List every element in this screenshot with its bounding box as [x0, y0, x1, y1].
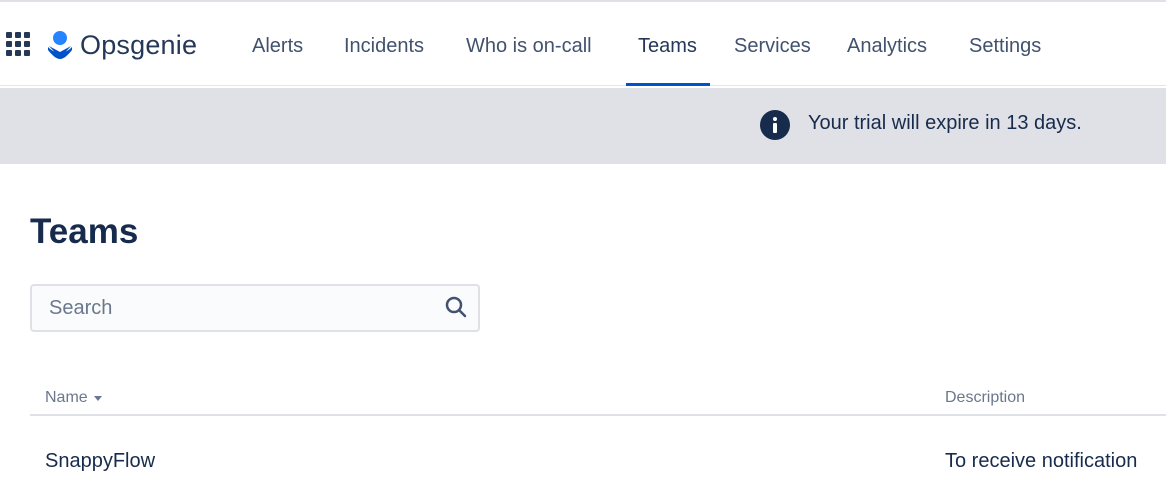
- nav-item-incidents[interactable]: Incidents: [344, 2, 424, 86]
- column-header-name[interactable]: Name: [45, 389, 102, 407]
- top-navigation-bar: Opsgenie Alerts Incidents Who is on-call…: [0, 2, 1166, 86]
- nav-item-analytics[interactable]: Analytics: [847, 2, 927, 86]
- app-name: Opsgenie: [80, 29, 198, 60]
- team-name-link[interactable]: SnappyFlow: [45, 450, 155, 473]
- search-box[interactable]: [30, 284, 480, 332]
- active-tab-indicator: [626, 83, 710, 86]
- nav-item-who-is-on-call[interactable]: Who is on-call: [466, 2, 592, 86]
- search-input[interactable]: [34, 288, 434, 328]
- nav-item-teams[interactable]: Teams: [638, 2, 697, 86]
- team-description: To receive notification: [945, 450, 1138, 472]
- app-switcher-icon[interactable]: [6, 32, 30, 56]
- nav-item-alerts[interactable]: Alerts: [252, 2, 303, 86]
- column-header-name-label: Name: [45, 389, 88, 406]
- sort-down-icon: [93, 395, 102, 401]
- nav-item-services[interactable]: Services: [734, 2, 811, 86]
- trial-banner-text: Your trial will expire in 13 days.: [808, 112, 1082, 134]
- nav-item-settings[interactable]: Settings: [969, 2, 1041, 86]
- search-icon[interactable]: [444, 295, 468, 319]
- page-title: Teams: [30, 212, 139, 251]
- opsgenie-logo-icon: [48, 31, 72, 59]
- column-header-description: Description: [945, 389, 1026, 406]
- info-icon: [760, 110, 790, 140]
- table-header-divider: [30, 414, 1166, 416]
- opsgenie-logo[interactable]: Opsgenie: [46, 28, 197, 62]
